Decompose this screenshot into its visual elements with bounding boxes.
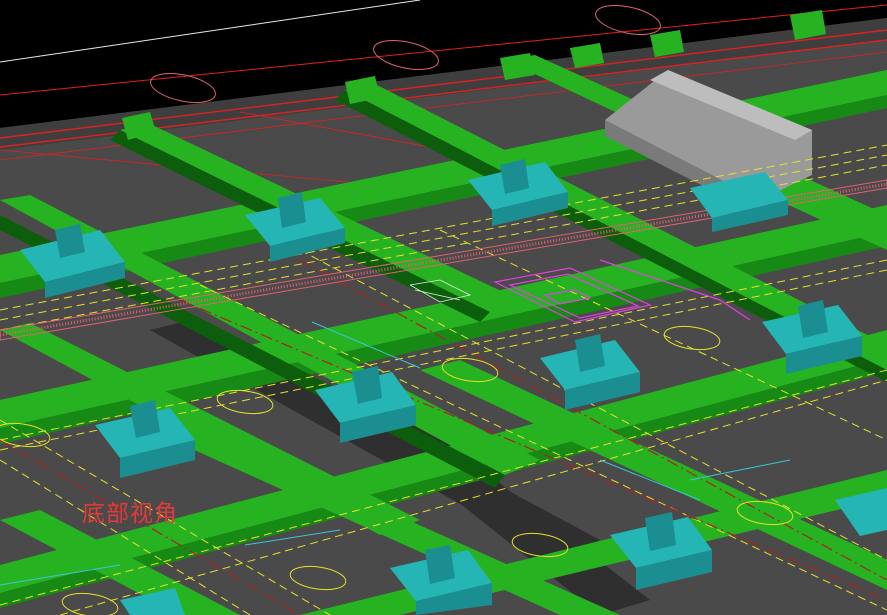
3d-model-viewport[interactable]: 底部视角 — [0, 0, 887, 615]
structural-model-scene[interactable] — [0, 0, 887, 615]
